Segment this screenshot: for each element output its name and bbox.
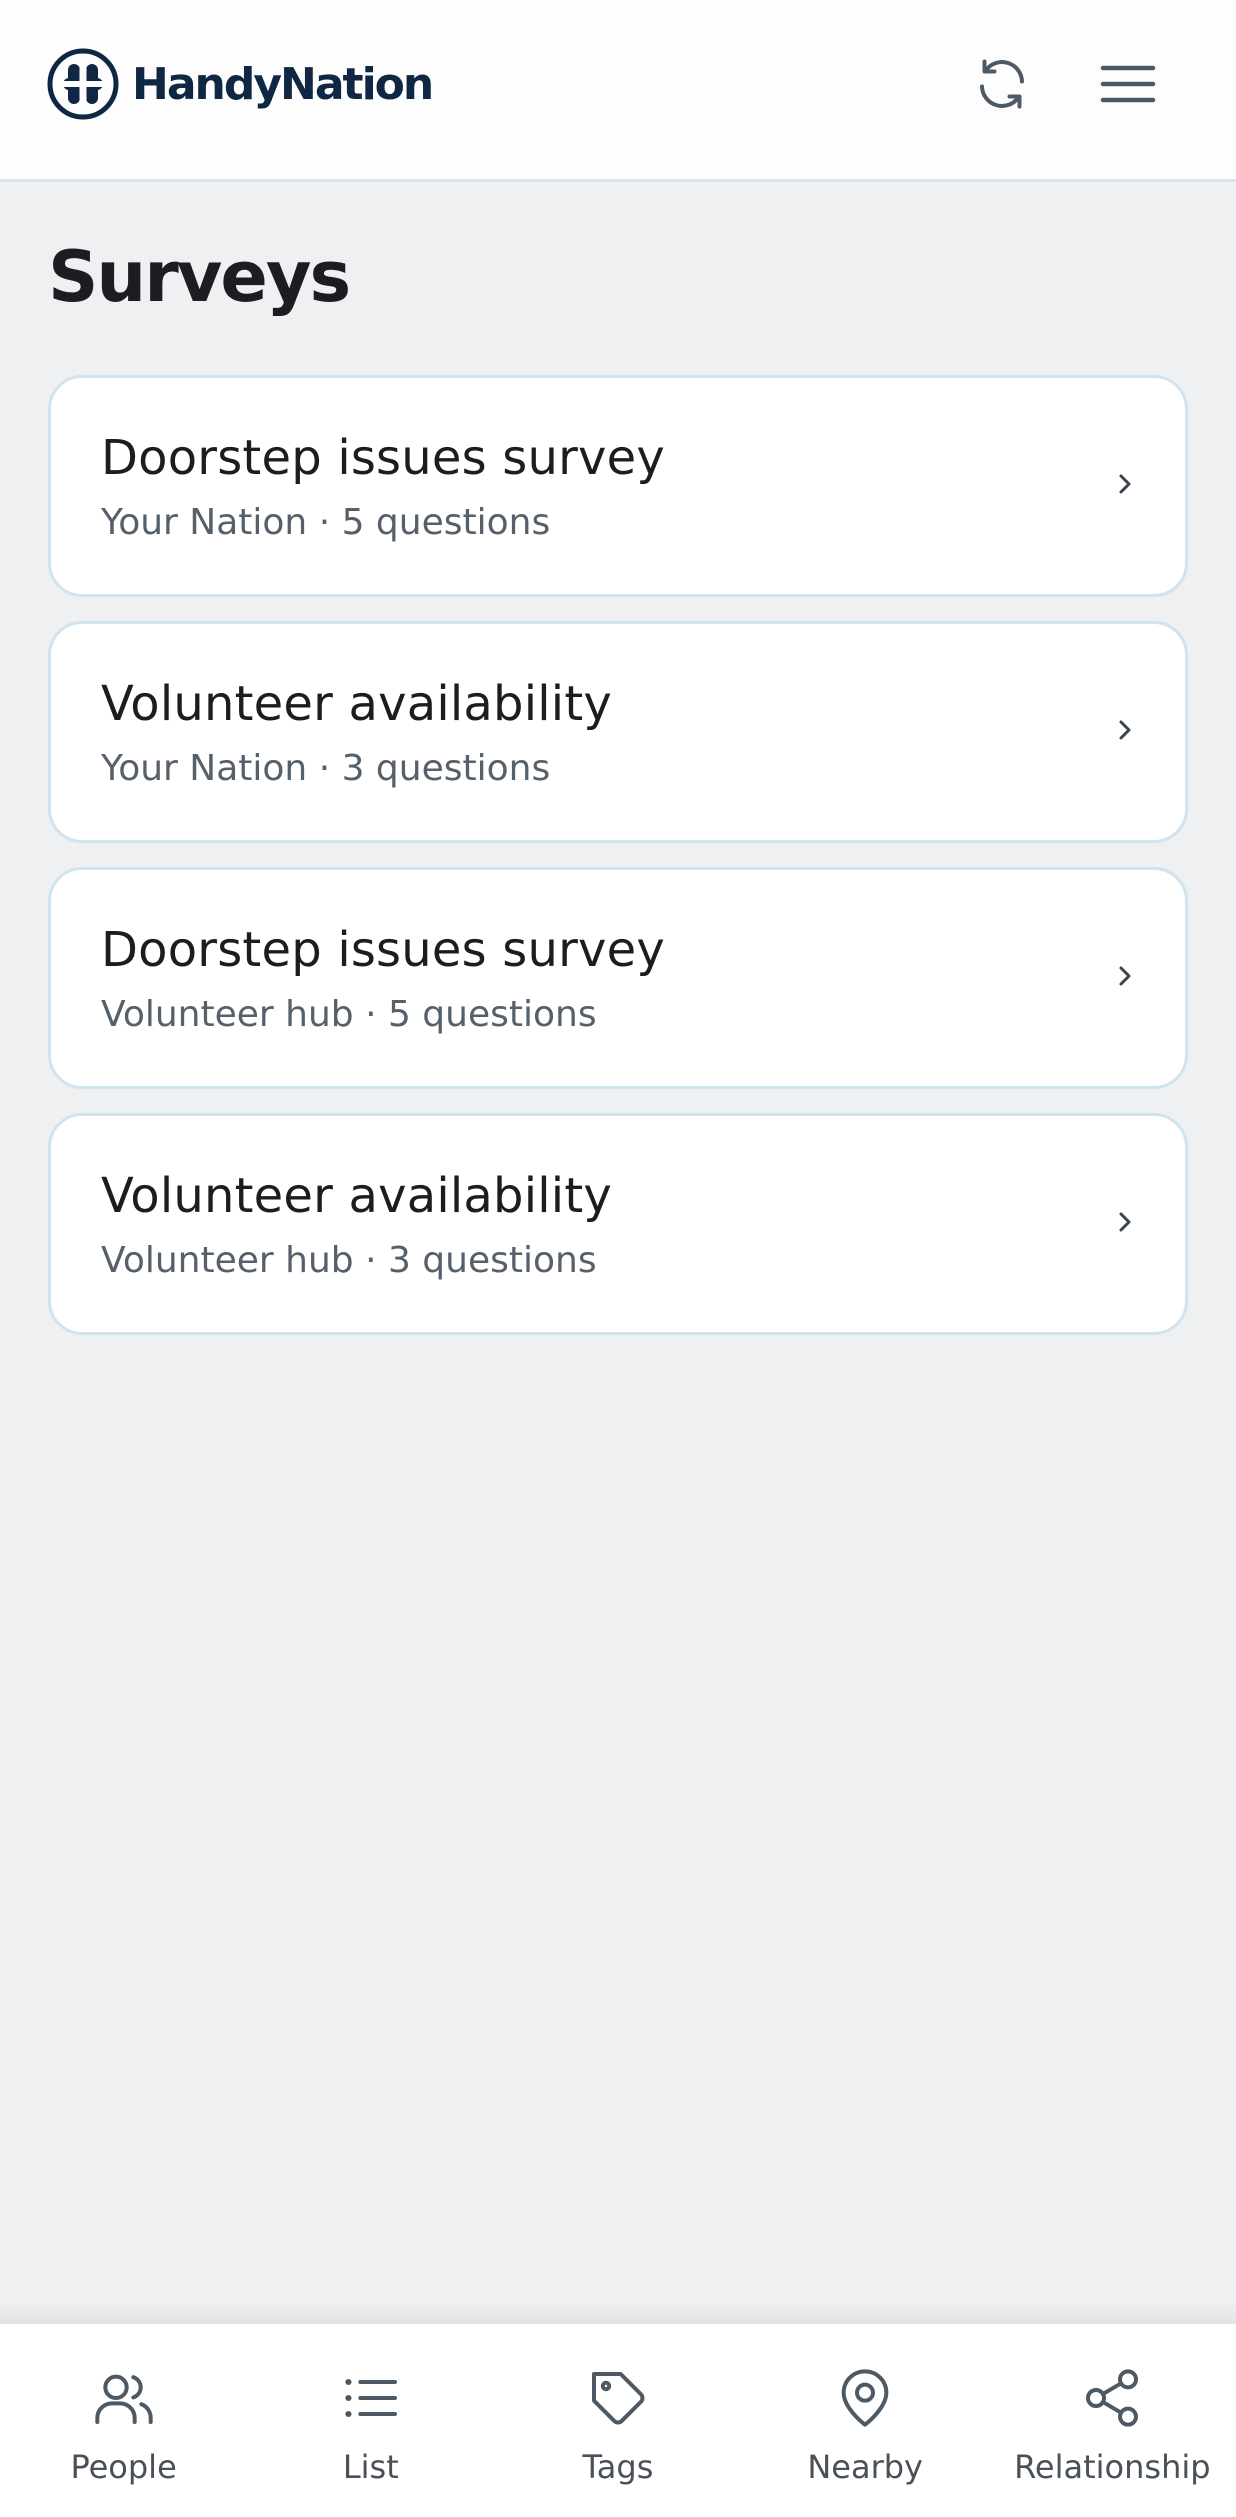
survey-meta: Your Nation · 3 questions	[101, 748, 551, 789]
tab-nearby[interactable]: Nearby	[742, 2324, 989, 2517]
refresh-icon	[980, 59, 1024, 109]
refresh-button[interactable]	[962, 46, 1042, 122]
survey-title: Volunteer availability	[101, 676, 612, 732]
survey-card[interactable]: Volunteer availability Volunteer hub · 3…	[48, 1113, 1188, 1335]
survey-title: Volunteer availability	[101, 1168, 612, 1224]
hamburger-menu-icon	[1100, 65, 1156, 103]
survey-meta: Your Nation · 5 questions	[101, 502, 551, 543]
bottom-tab-bar: People List Tags Nearby Relationship	[0, 2324, 1236, 2517]
survey-meta: Volunteer hub · 3 questions	[101, 1240, 597, 1281]
tab-label: Nearby	[807, 2448, 923, 2486]
brand-logo[interactable]: HandyNation	[46, 46, 434, 122]
list-icon	[345, 2379, 397, 2417]
survey-meta: Volunteer hub · 5 questions	[101, 994, 597, 1035]
chevron-right-icon	[1119, 966, 1131, 986]
location-pin-icon	[841, 2369, 889, 2427]
handynation-logo-icon	[47, 48, 119, 120]
tab-list[interactable]: List	[247, 2324, 494, 2517]
survey-card[interactable]: Volunteer availability Your Nation · 3 q…	[48, 621, 1188, 843]
tab-label: List	[342, 2448, 399, 2486]
chevron-right-icon	[1119, 720, 1131, 740]
tab-tags[interactable]: Tags	[494, 2324, 741, 2517]
survey-card[interactable]: Doorstep issues survey Volunteer hub · 5…	[48, 867, 1188, 1089]
chevron-right-icon	[1119, 474, 1131, 494]
survey-title: Doorstep issues survey	[101, 430, 665, 486]
app-header: HandyNation	[0, 0, 1236, 182]
tag-icon	[591, 2372, 645, 2425]
tab-label: People	[70, 2448, 177, 2486]
survey-card[interactable]: Doorstep issues survey Your Nation · 5 q…	[48, 375, 1188, 597]
tab-label: Relationship	[1014, 2448, 1211, 2486]
survey-title: Doorstep issues survey	[101, 922, 665, 978]
tab-label: Tags	[582, 2448, 654, 2486]
survey-list: Doorstep issues survey Your Nation · 5 q…	[48, 375, 1188, 1359]
tab-relationship[interactable]: Relationship	[989, 2324, 1236, 2517]
menu-button[interactable]	[1088, 46, 1168, 122]
brand-name: HandyNation	[132, 58, 434, 110]
share-network-icon	[1086, 2369, 1139, 2427]
chevron-right-icon	[1119, 1212, 1131, 1232]
tabbar-shadow	[0, 2300, 1236, 2324]
page-title: Surveys	[48, 236, 351, 318]
tab-people[interactable]: People	[0, 2324, 247, 2517]
people-icon	[94, 2374, 153, 2424]
